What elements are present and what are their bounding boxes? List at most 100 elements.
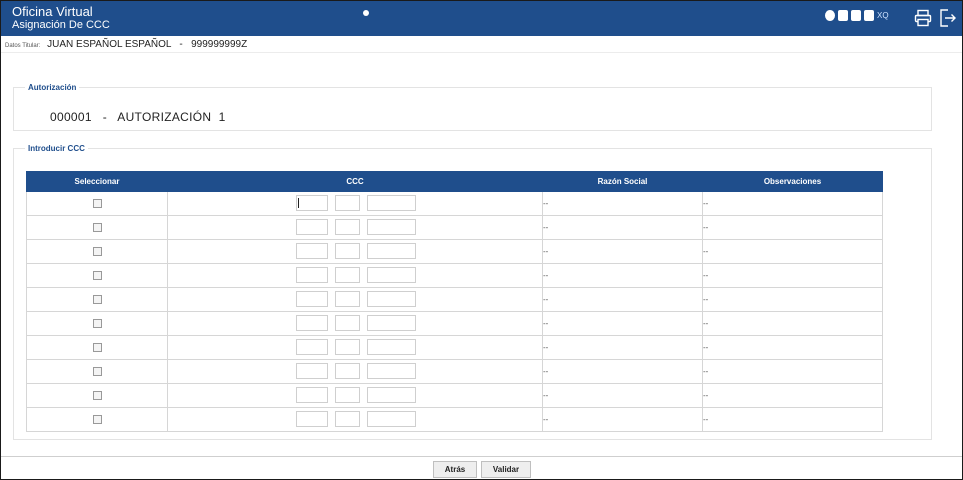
ccc-cell xyxy=(167,311,543,336)
table-row: -- -- xyxy=(26,287,883,312)
observaciones-cell: -- xyxy=(702,215,883,240)
header-toolbar: XQ xyxy=(825,10,889,21)
select-cell xyxy=(26,191,168,216)
text-caret xyxy=(298,198,299,208)
observaciones-cell: -- xyxy=(702,239,883,264)
table-header-row: Seleccionar CCC Razón Social Observacion… xyxy=(26,171,883,192)
razon-social-cell: -- xyxy=(542,215,703,240)
observaciones-cell: -- xyxy=(702,311,883,336)
ccc-number-input[interactable] xyxy=(367,315,416,331)
select-cell xyxy=(26,287,168,312)
ccc-entity-input[interactable] xyxy=(296,387,328,403)
validate-button[interactable]: Validar xyxy=(481,461,531,478)
ccc-control-input[interactable] xyxy=(335,339,360,355)
razon-social-cell: -- xyxy=(542,383,703,408)
observaciones-cell: -- xyxy=(702,359,883,384)
ccc-number-input[interactable] xyxy=(367,363,416,379)
observaciones-cell: -- xyxy=(702,335,883,360)
column-header: Seleccionar xyxy=(26,171,168,192)
ccc-entity-input[interactable] xyxy=(296,219,328,235)
razon-social-cell: -- xyxy=(542,239,703,264)
table-row: -- -- xyxy=(26,263,883,288)
app-window: Oficina Virtual Asignación De CCC XQ Dat… xyxy=(0,0,963,480)
ccc-number-input[interactable] xyxy=(367,411,416,427)
back-button[interactable]: Atrás xyxy=(433,461,477,478)
select-cell xyxy=(26,383,168,408)
select-checkbox[interactable] xyxy=(92,223,102,233)
select-checkbox[interactable] xyxy=(92,199,102,209)
ccc-cell xyxy=(167,287,543,312)
ccc-control-input[interactable] xyxy=(335,387,360,403)
razon-social-cell: -- xyxy=(542,359,703,384)
ccc-entity-input[interactable] xyxy=(296,291,328,307)
ccc-control-input[interactable] xyxy=(335,243,360,259)
ccc-number-input[interactable] xyxy=(367,267,416,283)
select-checkbox[interactable] xyxy=(92,247,102,257)
ccc-entity-input[interactable] xyxy=(296,267,328,283)
select-checkbox[interactable] xyxy=(92,367,102,377)
table-row: -- -- xyxy=(26,215,883,240)
ccc-legend: Introducir CCC xyxy=(28,144,85,153)
ccc-entity-input[interactable] xyxy=(296,411,328,427)
ccc-number-input[interactable] xyxy=(367,291,416,307)
ccc-cell xyxy=(167,407,543,432)
select-checkbox[interactable] xyxy=(92,295,102,305)
select-cell xyxy=(26,215,168,240)
ccc-cell xyxy=(167,215,543,240)
select-checkbox[interactable] xyxy=(92,319,102,329)
select-checkbox[interactable] xyxy=(92,391,102,401)
logout-icon[interactable] xyxy=(939,8,957,28)
razon-social-cell: -- xyxy=(542,407,703,432)
ccc-control-input[interactable] xyxy=(335,195,360,211)
document-icon[interactable] xyxy=(851,10,861,21)
ccc-control-input[interactable] xyxy=(335,219,360,235)
authorization-section: Autorización 000001 - AUTORIZACIÓN 1 xyxy=(13,83,932,131)
document-icon[interactable] xyxy=(838,10,848,21)
holder-value: JUAN ESPAÑOL ESPAÑOL - 999999999Z xyxy=(47,39,248,50)
globe-icon[interactable] xyxy=(825,10,835,21)
ccc-number-input[interactable] xyxy=(367,219,416,235)
footer-bar: Atrás Validar xyxy=(1,456,962,479)
ccc-number-input[interactable] xyxy=(367,339,416,355)
select-cell xyxy=(26,407,168,432)
ccc-number-input[interactable] xyxy=(367,195,416,211)
ccc-number-input[interactable] xyxy=(367,243,416,259)
select-checkbox[interactable] xyxy=(92,415,102,425)
ccc-cell xyxy=(167,335,543,360)
observaciones-cell: -- xyxy=(702,263,883,288)
ccc-control-input[interactable] xyxy=(335,363,360,379)
status-dot xyxy=(363,10,369,16)
ccc-cell xyxy=(167,263,543,288)
ccc-control-input[interactable] xyxy=(335,315,360,331)
ccc-cell xyxy=(167,191,543,216)
ccc-table: Seleccionar CCC Razón Social Observacion… xyxy=(26,171,883,432)
razon-social-cell: -- xyxy=(542,191,703,216)
observaciones-cell: -- xyxy=(702,383,883,408)
select-cell xyxy=(26,359,168,384)
observaciones-cell: -- xyxy=(702,407,883,432)
ccc-entity-input[interactable] xyxy=(296,243,328,259)
ccc-control-input[interactable] xyxy=(335,291,360,307)
ccc-cell xyxy=(167,383,543,408)
ccc-control-input[interactable] xyxy=(335,267,360,283)
select-checkbox[interactable] xyxy=(92,271,102,281)
table-row: -- -- xyxy=(26,407,883,432)
observaciones-cell: -- xyxy=(702,191,883,216)
ccc-number-input[interactable] xyxy=(367,387,416,403)
page-subtitle: Asignación De CCC xyxy=(12,19,110,31)
razon-social-cell: -- xyxy=(542,263,703,288)
ccc-entity-input[interactable] xyxy=(296,315,328,331)
table-row: -- -- xyxy=(26,383,883,408)
ccc-entity-input[interactable] xyxy=(296,339,328,355)
ccc-control-input[interactable] xyxy=(335,411,360,427)
ccc-entity-input[interactable] xyxy=(296,195,328,211)
xq-icon[interactable]: XQ xyxy=(877,11,889,21)
printer-icon[interactable] xyxy=(914,9,932,27)
ccc-entity-input[interactable] xyxy=(296,363,328,379)
table-row: -- -- xyxy=(26,191,883,216)
ccc-cell xyxy=(167,359,543,384)
select-checkbox[interactable] xyxy=(92,343,102,353)
select-cell xyxy=(26,239,168,264)
table-row: -- -- xyxy=(26,239,883,264)
document-icon[interactable] xyxy=(864,10,874,21)
